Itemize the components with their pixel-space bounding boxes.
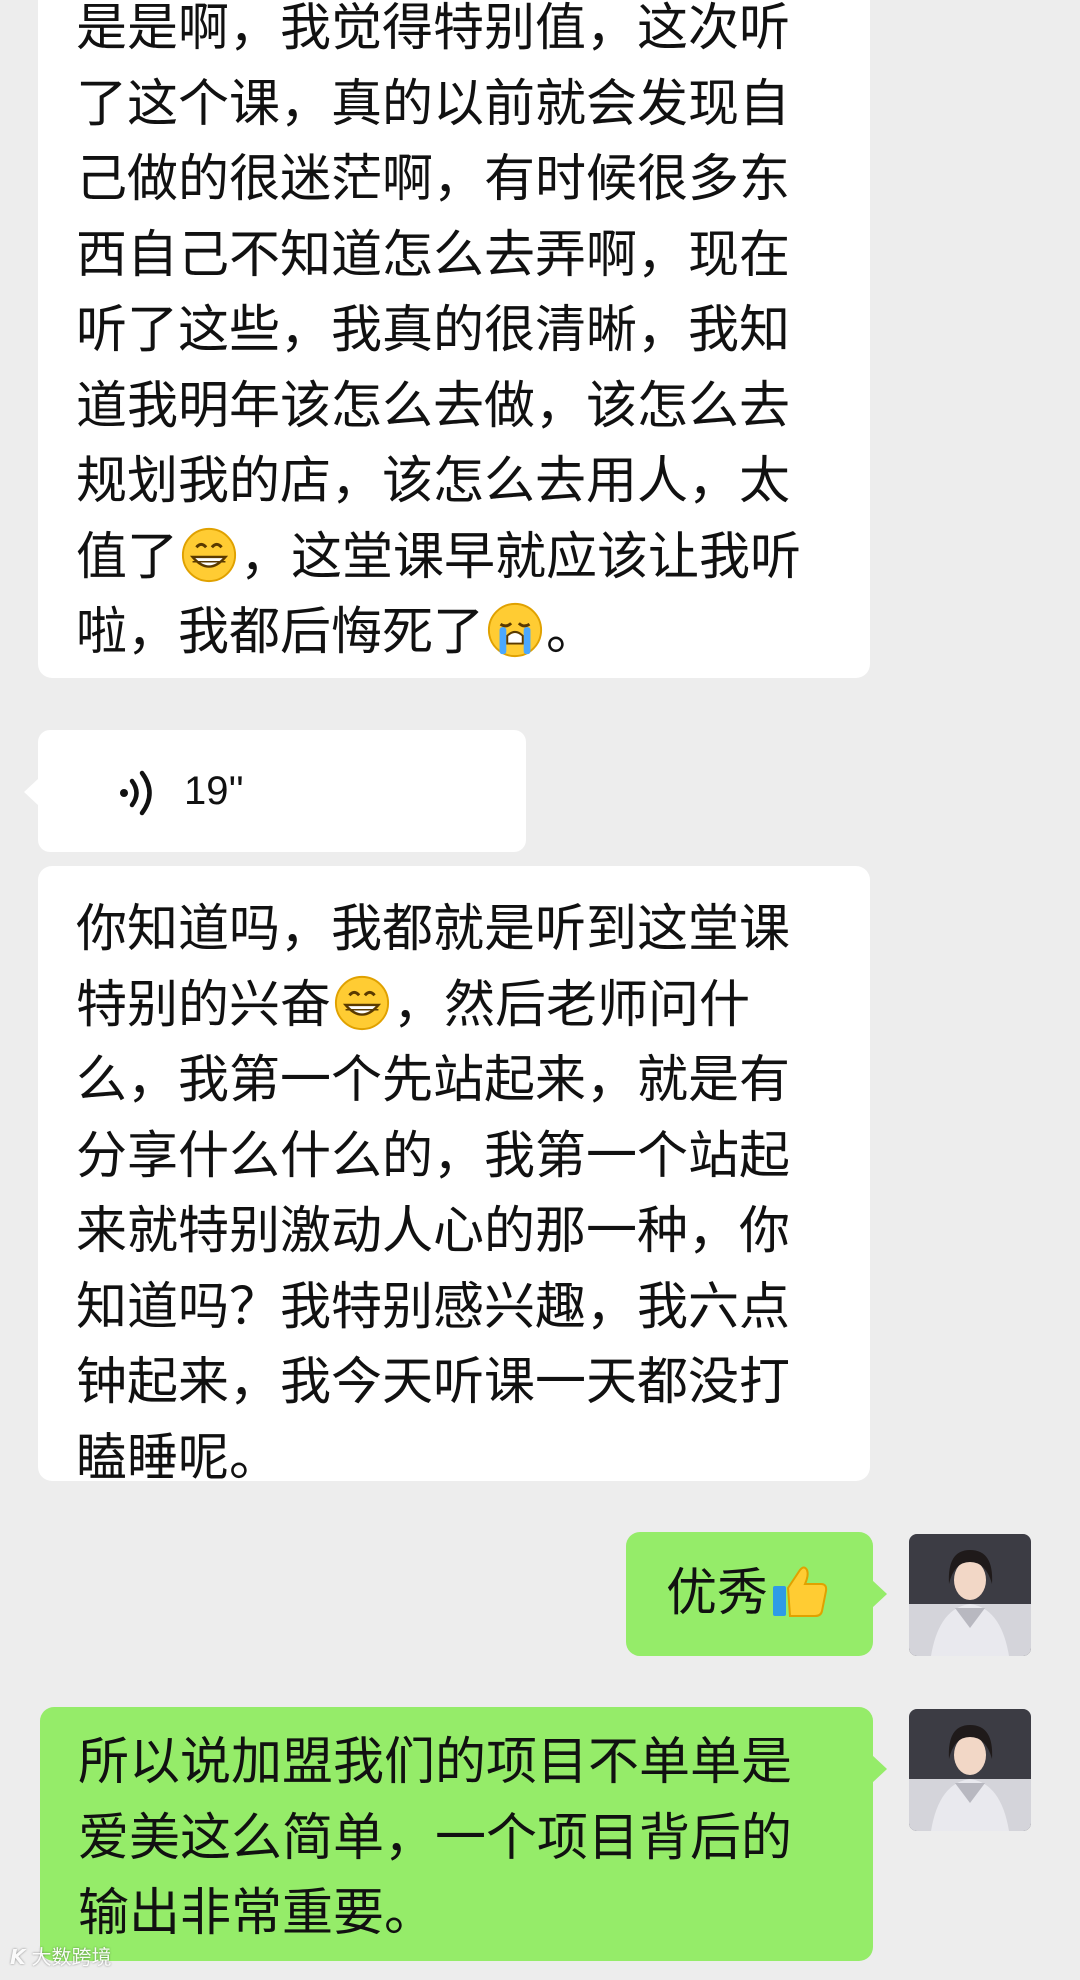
message-bubble-sent[interactable]: 所以说加盟我们的项目不单单是爱美这么简单，一个项目背后的输出非常重要。 — [40, 1707, 887, 1961]
message-text: 。 — [546, 603, 598, 662]
watermark-text: 大数跨境 — [31, 1945, 112, 1969]
message-bubble-received[interactable]: 你知道吗，我都就是听到这堂课特别的兴奋 ，然后老师问什么，我第一个先站起来，就是有… — [38, 866, 870, 1488]
message-text: 所以说加盟我们的项目不单单是爱美这么简单，一个项目背后的输出非常重要。 — [78, 1733, 793, 1943]
crying-face-icon — [486, 601, 544, 659]
message-bubble-received[interactable]: 是是啊，我觉得特别值，这次听了这个课，真的以前就会发现自己做的很迷茫啊，有时候很… — [38, 0, 870, 678]
message-text: 是是啊，我觉得特别值，这次听了这个课，真的以前就会发现自己做的很迷茫啊，有时候很… — [76, 0, 791, 587]
message-content: 优秀 — [666, 1556, 830, 1632]
grinning-face-icon — [180, 526, 238, 584]
watermark-logo: K — [10, 1945, 26, 1969]
watermark: K 大数跨境 — [10, 1944, 112, 1970]
message-text: 优秀 — [666, 1564, 769, 1623]
grinning-face-icon — [333, 974, 391, 1032]
avatar[interactable] — [909, 1709, 1031, 1831]
avatar[interactable] — [909, 1534, 1031, 1656]
thumbs-up-icon — [770, 1560, 830, 1620]
message-text: ，然后老师问什么，我第一个先站起来，就是有分享什么什么的，我第一个站起来就特别激… — [76, 975, 791, 1488]
voice-duration: 19'' — [184, 769, 244, 813]
voice-wave-icon — [112, 765, 164, 817]
message-bubble-sent[interactable]: 优秀 — [626, 1532, 887, 1656]
voice-message-bubble[interactable]: 19'' — [24, 730, 526, 852]
